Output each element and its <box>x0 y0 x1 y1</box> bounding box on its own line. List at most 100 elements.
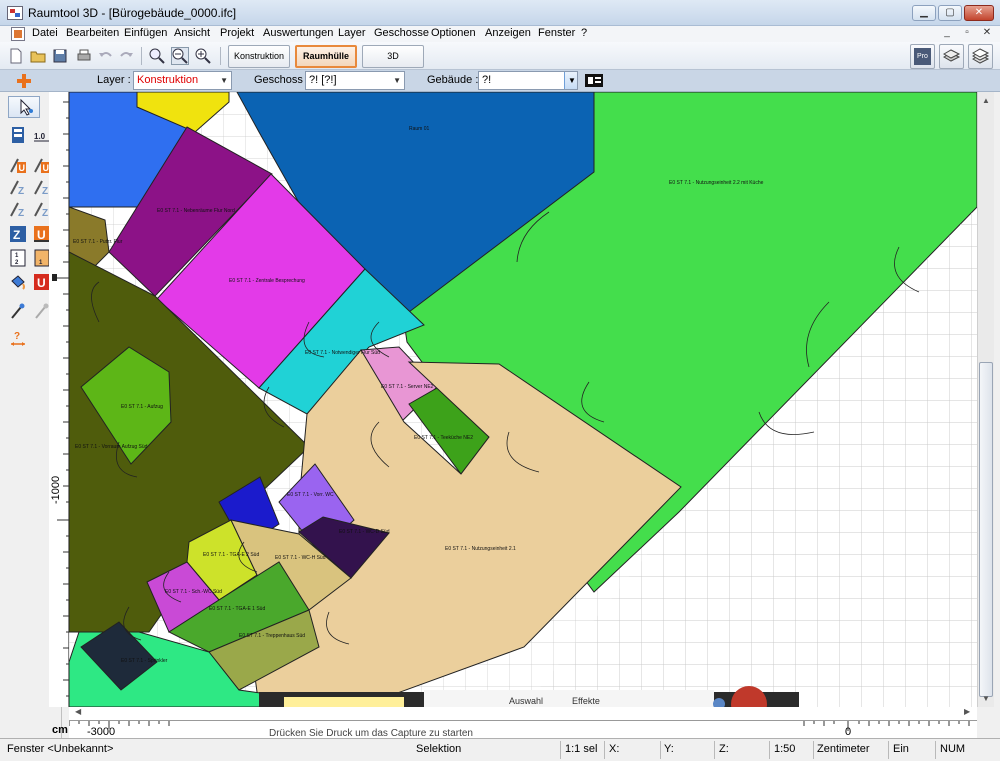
add-icon[interactable] <box>16 73 32 89</box>
gebaeude-dropdown-button[interactable]: ▼ <box>564 72 577 89</box>
svg-text:?: ? <box>14 331 20 342</box>
tab-raumhuelle[interactable]: Raumhülle <box>295 45 357 68</box>
draw-u-icon[interactable]: U <box>9 156 27 174</box>
mdi-close-button[interactable]: ✕ <box>980 27 994 40</box>
wall-layer-icon[interactable] <box>9 126 27 144</box>
room-label: E0 ST 7.1 - Teeküche NE2 <box>414 435 473 441</box>
layers-icon <box>942 49 961 62</box>
layer-stack-alt-button[interactable] <box>968 44 993 69</box>
status-separator <box>769 741 770 759</box>
zoom-in-icon[interactable] <box>194 47 212 65</box>
redo-icon[interactable] <box>117 47 135 65</box>
room-label: E0 ST 7.1 - WC-H Süd <box>275 555 326 561</box>
main-toolbar: Konstruktion Raumhülle 3D Pro <box>0 42 1000 70</box>
room-label: E0 ST 7.1 - TGA-E 1 Süd <box>209 606 265 612</box>
z-mode-icon[interactable]: Z <box>9 225 27 243</box>
menu-anzeigen[interactable]: Anzeigen <box>485 27 531 39</box>
menu-bar: Datei Bearbeiten Einfügen Ansicht Projek… <box>0 26 1000 42</box>
scroll-up-icon[interactable]: ▲ <box>982 96 990 105</box>
svg-text:U: U <box>19 163 26 173</box>
vertical-scrollbar[interactable]: ▲ ▼ <box>977 92 994 707</box>
menu-auswertungen[interactable]: Auswertungen <box>263 27 333 39</box>
layer-stack-button[interactable] <box>939 44 964 69</box>
svg-text:Z: Z <box>13 228 20 242</box>
room-label: E0 ST 7.1 - Vorr. WC <box>287 492 334 498</box>
room-label: E0 ST 7.1 - Nutzungseinheit 2.1 <box>445 546 516 552</box>
vertical-scroll-thumb[interactable] <box>979 362 993 697</box>
menu-layer[interactable]: Layer <box>338 27 366 39</box>
tab-konstruktion[interactable]: Konstruktion <box>228 45 290 68</box>
gebaeude-select[interactable]: ?! ▼ <box>478 71 578 90</box>
menu-help[interactable]: ? <box>581 27 587 39</box>
scroll-down-icon[interactable]: ▼ <box>982 694 990 703</box>
menu-bearbeiten[interactable]: Bearbeiten <box>66 27 119 39</box>
save-icon[interactable] <box>51 47 69 65</box>
status-separator <box>935 741 936 759</box>
svg-text:1.0: 1.0 <box>34 132 46 141</box>
menu-optionen[interactable]: Optionen <box>431 27 476 39</box>
pipette-icon[interactable] <box>9 302 27 320</box>
menu-einfuegen[interactable]: Einfügen <box>124 27 167 39</box>
open-folder-icon[interactable] <box>29 47 47 65</box>
gebaeude-label: Gebäude : <box>427 74 479 86</box>
chevron-down-icon: ▼ <box>568 76 576 85</box>
horizontal-ruler: -3000 0 Drücken Sie Druck um das Capture… <box>68 720 977 739</box>
menu-projekt[interactable]: Projekt <box>220 27 254 39</box>
status-separator <box>604 741 605 759</box>
measure-help-icon[interactable]: ? <box>9 330 27 348</box>
svg-text:U: U <box>37 228 46 242</box>
geschoss-label: Geschoss : <box>254 74 310 86</box>
svg-text:Z: Z <box>18 186 24 196</box>
drawing-canvas[interactable]: Raum 01 E0 ST 7.1 - Nutzungseinheit 2.2 … <box>69 92 977 707</box>
layer-label: Layer : <box>97 74 131 86</box>
building-settings-icon[interactable] <box>584 72 604 89</box>
mdi-restore-button[interactable]: ▫ <box>960 27 974 40</box>
svg-text:Z: Z <box>18 208 24 218</box>
maximize-button[interactable]: ▢ <box>938 5 962 21</box>
tab-3d[interactable]: 3D <box>362 45 424 68</box>
status-separator <box>888 741 889 759</box>
level-1-icon[interactable]: 12 <box>9 249 27 267</box>
menu-ansicht[interactable]: Ansicht <box>174 27 210 39</box>
status-y: Y: <box>664 743 674 755</box>
minimize-button[interactable]: ▁ <box>912 5 936 21</box>
close-button[interactable]: ✕ <box>964 5 994 21</box>
status-bar: Fenster <Unbekannt> Selektion 1:1 sel X:… <box>0 738 1000 761</box>
background-effekte: Effekte <box>572 696 600 706</box>
zoom-out-icon[interactable] <box>171 47 189 65</box>
background-auswahl: Auswahl <box>509 696 543 706</box>
layer-select[interactable]: Konstruktion ▼ <box>133 71 232 90</box>
scroll-left-icon[interactable]: ◀ <box>75 707 81 716</box>
select-tool-button[interactable] <box>8 96 40 118</box>
zoom-window-icon[interactable] <box>148 47 166 65</box>
status-scale-selection: 1:1 sel <box>565 743 598 755</box>
paint-bucket-icon[interactable] <box>9 273 27 291</box>
menu-datei[interactable]: Datei <box>32 27 58 39</box>
chevron-down-icon: ▼ <box>393 76 401 85</box>
status-unit: Zentimeter <box>817 743 870 755</box>
geschoss-select-value: ?! [?!] <box>309 74 337 86</box>
title-bar: Raumtool 3D - [Bürogebäude_0000.ifc] ▁ ▢… <box>0 0 1000 26</box>
menu-fenster[interactable]: Fenster <box>538 27 575 39</box>
status-scale: 1:50 <box>774 743 796 755</box>
scroll-right-icon[interactable]: ▶ <box>964 707 970 716</box>
floor-plan: Raum 01 E0 ST 7.1 - Nutzungseinheit 2.2 … <box>69 92 977 707</box>
pro-button[interactable]: Pro <box>910 44 935 69</box>
status-window: Fenster <Unbekannt> <box>7 743 114 755</box>
room-label: E0 ST 7.1 - Nutzungseinheit 2.2 mit Küch… <box>669 180 764 186</box>
horizontal-scrollbar[interactable]: ◀ ▶ <box>69 707 977 720</box>
geschoss-select[interactable]: ?! [?!] ▼ <box>305 71 405 90</box>
status-separator <box>813 741 814 759</box>
status-separator <box>560 741 561 759</box>
undo-icon[interactable] <box>97 47 115 65</box>
new-file-icon[interactable] <box>7 47 25 65</box>
edit-z-icon[interactable]: Z <box>9 200 27 218</box>
svg-text:Z: Z <box>42 208 48 218</box>
status-separator <box>714 741 715 759</box>
document-icon[interactable] <box>11 27 25 41</box>
draw-z-icon[interactable]: Z <box>9 178 27 196</box>
vertical-ruler-ticks <box>52 101 69 697</box>
mdi-minimize-button[interactable]: _ <box>940 27 954 40</box>
print-icon[interactable] <box>75 47 93 65</box>
menu-geschosse[interactable]: Geschosse <box>374 27 429 39</box>
